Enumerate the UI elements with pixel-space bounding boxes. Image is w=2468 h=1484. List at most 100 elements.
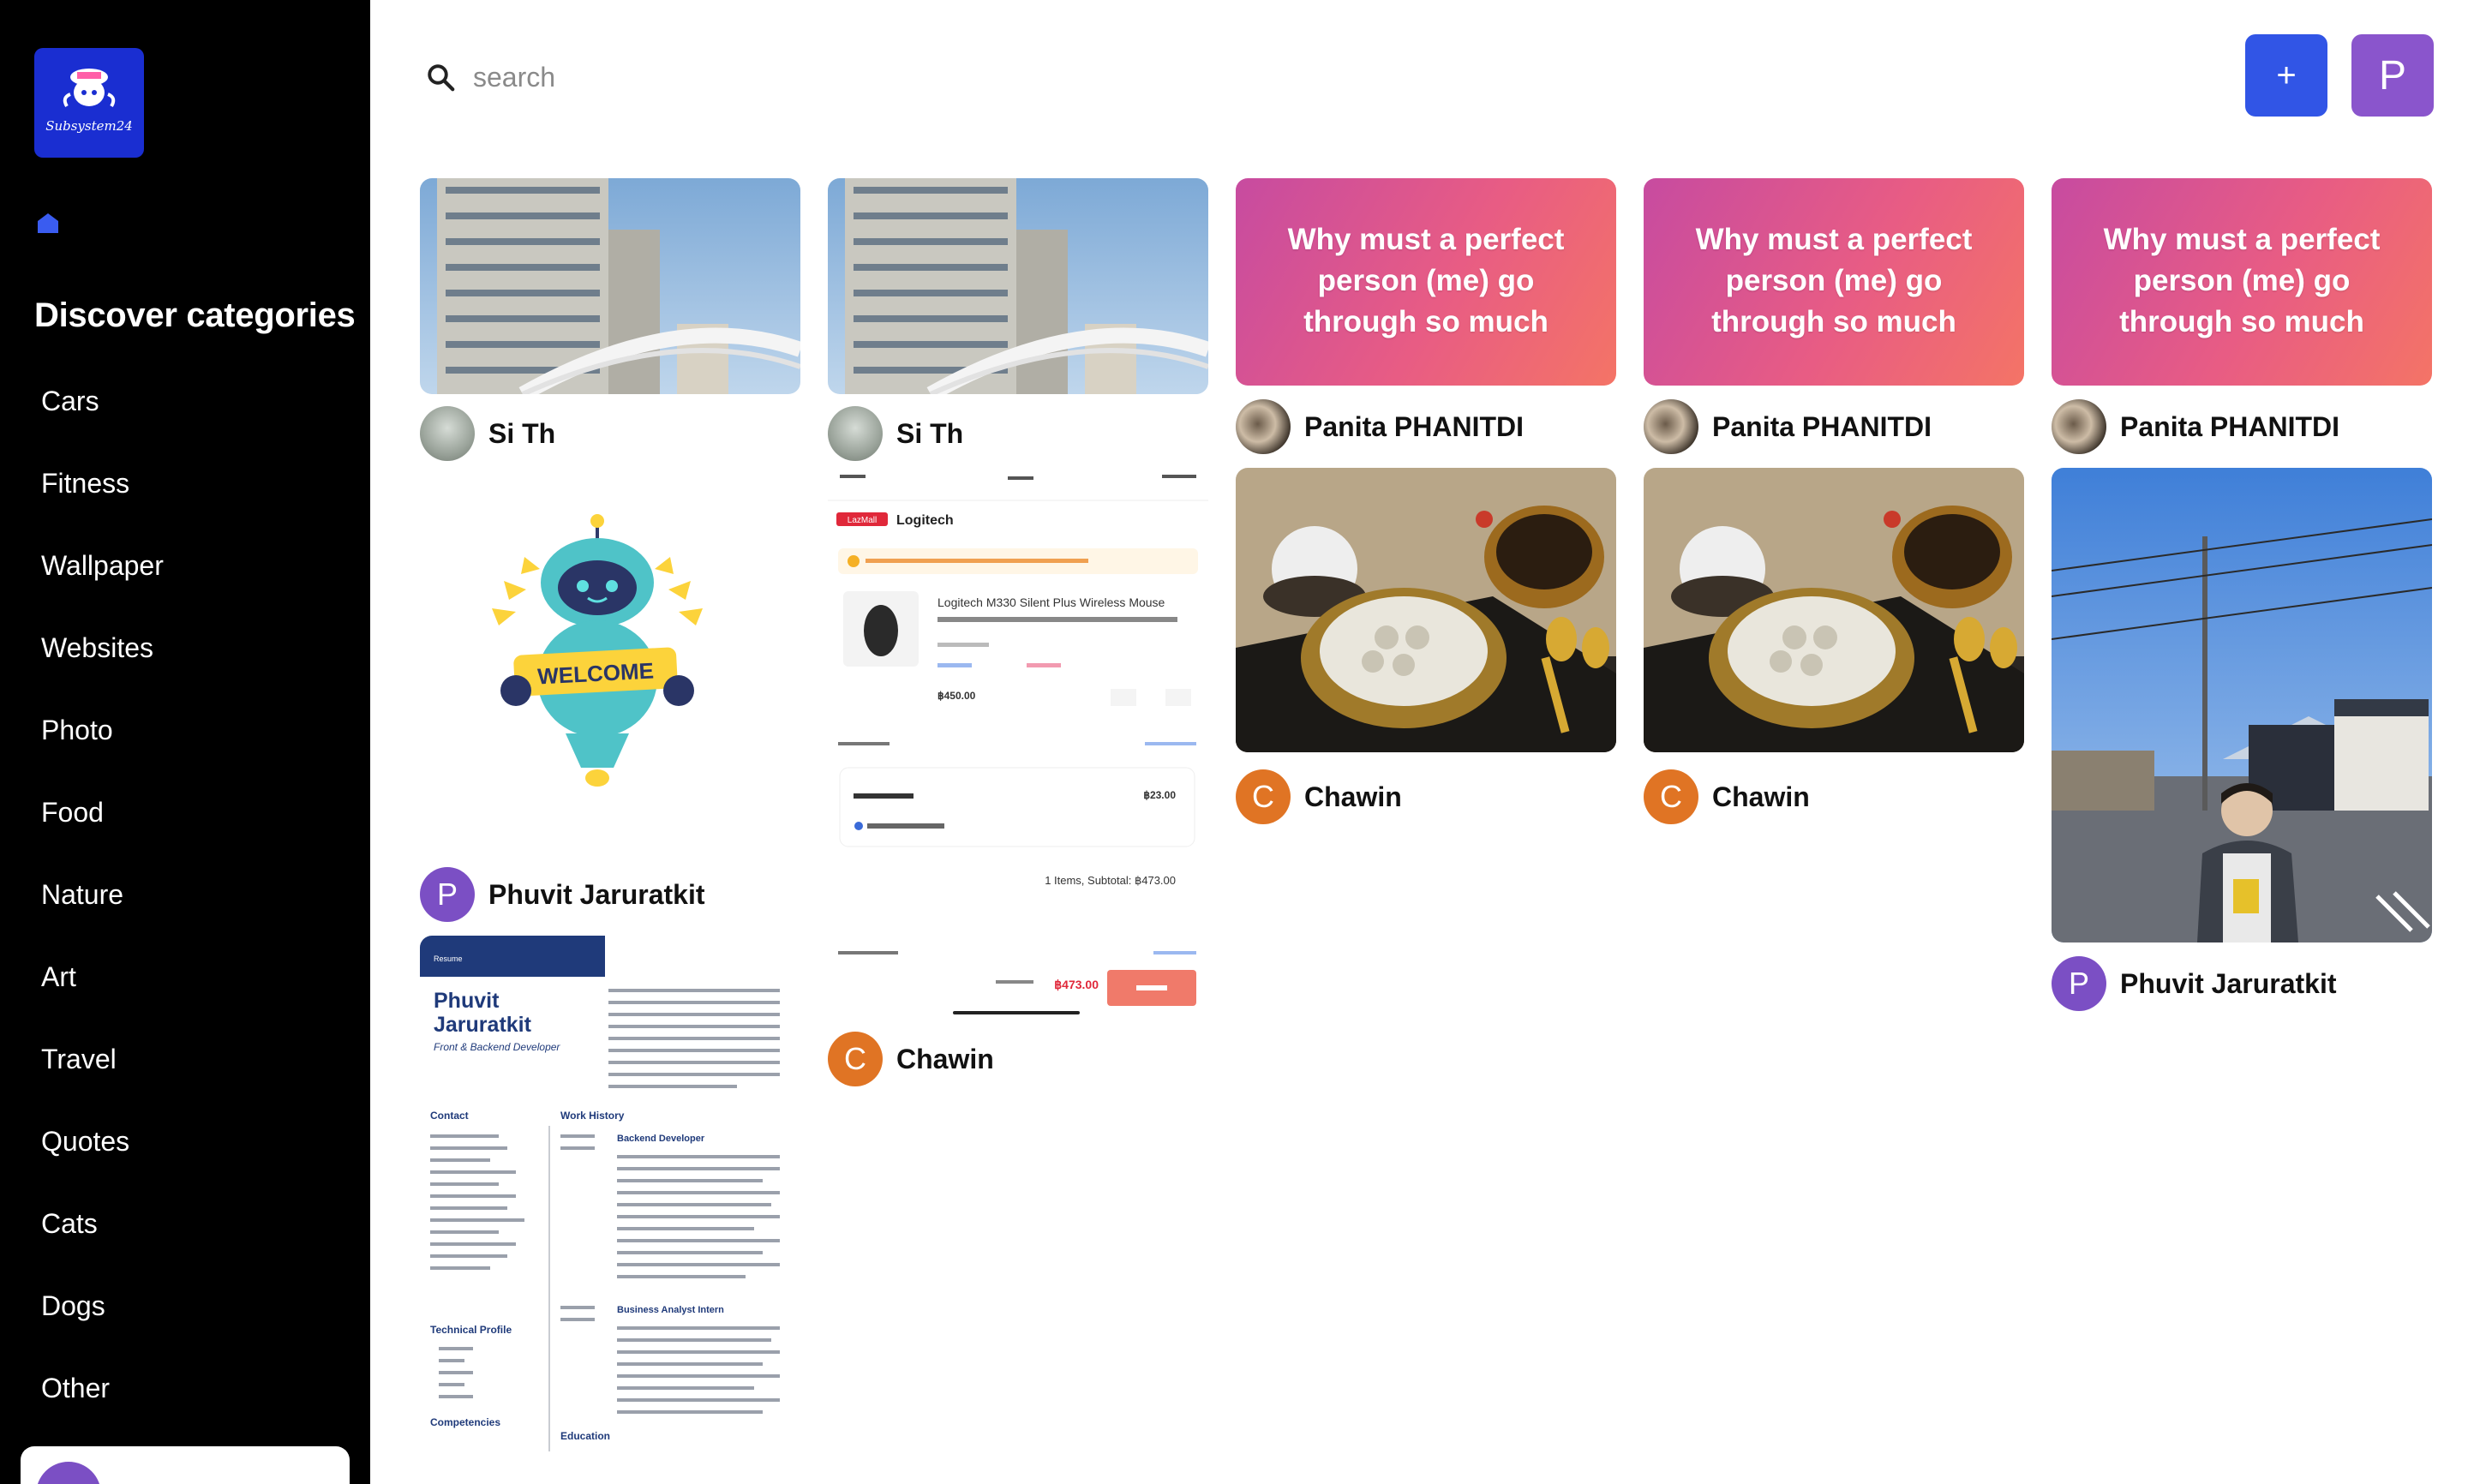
search-icon: [428, 64, 455, 92]
category-photo[interactable]: Photo: [41, 706, 164, 788]
category-art[interactable]: Art: [41, 953, 164, 1035]
pin-author[interactable]: C Chawin: [1236, 769, 1402, 824]
pin-image[interactable]: [1236, 468, 1616, 752]
author-name: Phuvit Jaruratkit: [488, 878, 705, 910]
pin-image[interactable]: [2052, 468, 2432, 942]
category-cars[interactable]: Cars: [41, 377, 164, 459]
author-name: Phuvit Jaruratkit: [2120, 967, 2337, 999]
pin-author[interactable]: Si Th: [828, 406, 963, 461]
pin-card[interactable]: Why must a perfect person (me) go throug…: [2052, 178, 2432, 454]
resume-technical-profile-heading: Technical Profile: [430, 1324, 512, 1336]
resume-job-title-1: Backend Developer: [617, 1134, 705, 1144]
pin-card[interactable]: LazMall Logitech Logitech M330 Silent Pl…: [828, 470, 1208, 1086]
quote-text: Why must a perfect person (me) go throug…: [2103, 223, 2381, 338]
discover-categories-heading: Discover categories: [34, 296, 356, 334]
resume-competencies-heading: Competencies: [430, 1416, 500, 1428]
resume-tag: Resume: [434, 954, 463, 963]
resume-role: Front & Backend Developer: [434, 1041, 560, 1053]
order-subtotal: 1 Items, Subtotal: ฿473.00: [1045, 874, 1176, 887]
pin-card[interactable]: C Chawin: [1644, 468, 2024, 828]
pin-card[interactable]: Why must a perfect person (me) go throug…: [1236, 178, 1616, 454]
shop-name: Logitech: [896, 513, 954, 528]
avatar: [2052, 399, 2106, 454]
user-menu-button[interactable]: P: [2351, 34, 2434, 117]
author-name: Si Th: [896, 417, 964, 449]
avatar: C: [1236, 769, 1291, 824]
food-photo: [1644, 468, 2024, 752]
quote-image[interactable]: Why must a perfect person (me) go throug…: [2052, 178, 2432, 386]
resume-education-heading: Education: [560, 1430, 610, 1442]
avatar: C: [1644, 769, 1698, 824]
category-food[interactable]: Food: [41, 788, 164, 871]
resume-work-history-heading: Work History: [560, 1110, 625, 1122]
resume-job-title-2: Business Analyst Intern: [617, 1305, 724, 1315]
quote-text: Why must a perfect person (me) go throug…: [1287, 223, 1565, 338]
category-travel[interactable]: Travel: [41, 1035, 164, 1117]
pin-card[interactable]: Why must a perfect person (me) go throug…: [1644, 178, 2024, 454]
shipping-fee: ฿23.00: [1143, 789, 1176, 801]
add-pin-button[interactable]: +: [2245, 34, 2327, 117]
product-price: ฿450.00: [937, 690, 976, 702]
avatar: [828, 406, 883, 461]
pin-image[interactable]: [1644, 468, 2024, 752]
resume-name-last: Jaruratkit: [434, 1013, 532, 1037]
quote-text: Why must a perfect person (me) go throug…: [1695, 223, 1973, 338]
pin-card[interactable]: Resume Phuvit Jaruratkit Front & Backend…: [420, 936, 800, 1484]
pin-image[interactable]: Resume Phuvit Jaruratkit Front & Backend…: [420, 936, 800, 1484]
category-list: Cars Fitness Wallpaper Websites Photo Fo…: [41, 377, 164, 1446]
category-dogs[interactable]: Dogs: [41, 1282, 164, 1364]
profile-card[interactable]: [21, 1446, 350, 1484]
quote-image[interactable]: Why must a perfect person (me) go throug…: [1236, 178, 1616, 386]
category-quotes[interactable]: Quotes: [41, 1117, 164, 1200]
resume-name-first: Phuvit: [434, 989, 500, 1013]
street-portrait-photo: [2052, 468, 2432, 942]
pin-card[interactable]: Si Th: [828, 178, 1208, 470]
pin-image[interactable]: [828, 178, 1208, 394]
search-bar: [425, 51, 1196, 103]
category-cats[interactable]: Cats: [41, 1200, 164, 1282]
pin-card[interactable]: P Phuvit Jaruratkit: [2052, 468, 2432, 1016]
author-name: Panita PHANITDI: [1712, 410, 1932, 442]
author-name: Panita PHANITDI: [1304, 410, 1525, 442]
category-fitness[interactable]: Fitness: [41, 459, 164, 542]
avatar: [1644, 399, 1698, 454]
pin-card[interactable]: WELCOME P Phuvit Jaruratkit: [420, 480, 800, 925]
author-name: Chawin: [896, 1043, 994, 1074]
pin-author[interactable]: P Phuvit Jaruratkit: [420, 867, 705, 922]
quote-image[interactable]: Why must a perfect person (me) go throug…: [1644, 178, 2024, 386]
search-input[interactable]: [473, 61, 1073, 93]
category-nature[interactable]: Nature: [41, 871, 164, 953]
category-websites[interactable]: Websites: [41, 624, 164, 706]
avatar: [420, 406, 475, 461]
sidebar: Subsystem24 Discover categories Cars Fit…: [0, 0, 370, 1484]
category-wallpaper[interactable]: Wallpaper: [41, 542, 164, 624]
food-photo: [1236, 468, 1616, 752]
pin-card[interactable]: Si Th: [420, 178, 800, 470]
pin-author[interactable]: Panita PHANITDI: [2052, 399, 2339, 454]
avatar: P: [420, 867, 475, 922]
pin-image[interactable]: LazMall Logitech Logitech M330 Silent Pl…: [828, 470, 1208, 1018]
pin-author[interactable]: Panita PHANITDI: [1236, 399, 1524, 454]
resume-contact-heading: Contact: [430, 1110, 469, 1122]
pin-author[interactable]: Panita PHANITDI: [1644, 399, 1932, 454]
pin-image[interactable]: [420, 178, 800, 394]
avatar: P: [2052, 956, 2106, 1011]
pin-image[interactable]: WELCOME: [420, 480, 800, 840]
home-icon[interactable]: [36, 211, 60, 235]
building-photo: [828, 178, 1208, 394]
app-logo[interactable]: Subsystem24: [34, 48, 144, 158]
lazmall-badge: LazMall: [848, 516, 877, 525]
order-total: ฿473.00: [1054, 978, 1099, 991]
product-title: Logitech M330 Silent Plus Wireless Mouse: [937, 595, 1165, 609]
resume-document: Resume Phuvit Jaruratkit Front & Backend…: [420, 936, 800, 1484]
pin-author[interactable]: C Chawin: [828, 1032, 994, 1086]
author-name: Chawin: [1304, 781, 1402, 812]
pin-author[interactable]: Si Th: [420, 406, 555, 461]
pin-author[interactable]: C Chawin: [1644, 769, 1810, 824]
pin-author[interactable]: P Phuvit Jaruratkit: [2052, 956, 2337, 1011]
shopping-order-screenshot: LazMall Logitech Logitech M330 Silent Pl…: [828, 470, 1208, 1018]
author-name: Panita PHANITDI: [2120, 410, 2340, 442]
pin-card[interactable]: C Chawin: [1236, 468, 1616, 828]
category-other[interactable]: Other: [41, 1364, 164, 1446]
logo-mascot-icon: [63, 69, 116, 108]
